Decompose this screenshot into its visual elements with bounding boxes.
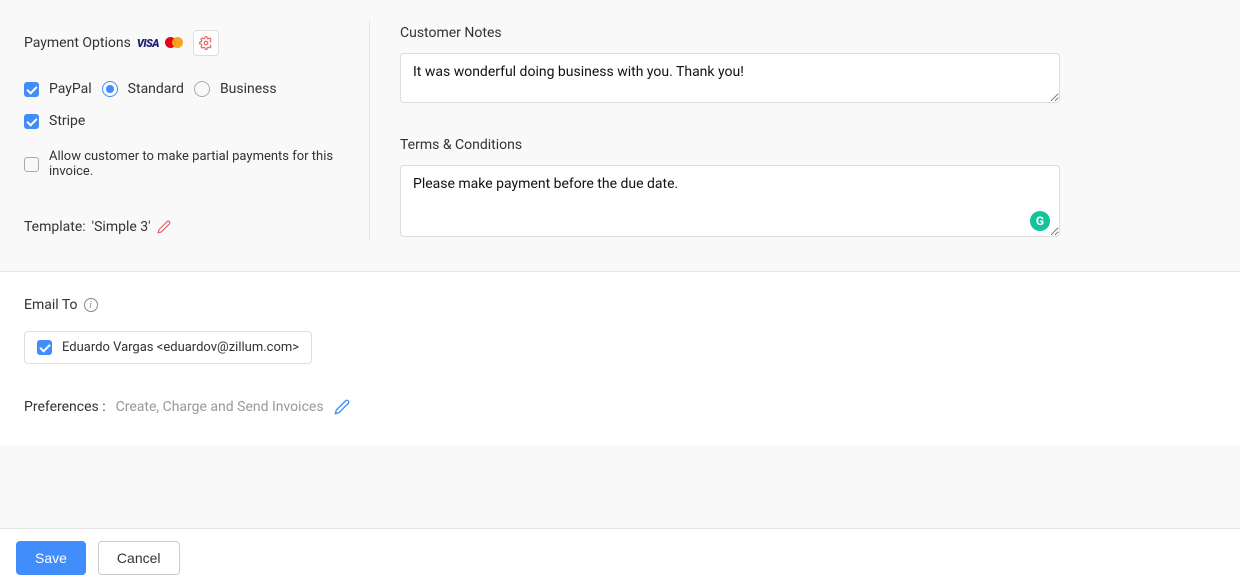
save-button[interactable]: Save — [16, 541, 86, 575]
preferences-label: Preferences : — [24, 399, 106, 415]
customer-notes-label: Customer Notes — [400, 25, 1060, 41]
email-recipient-chip[interactable]: Eduardo Vargas <eduardov@zillum.com> — [24, 331, 312, 364]
email-recipient-text: Eduardo Vargas <eduardov@zillum.com> — [62, 340, 299, 355]
partial-payments-checkbox[interactable] — [24, 157, 39, 172]
edit-preferences-button[interactable] — [334, 399, 350, 415]
email-recipient-checkbox[interactable] — [37, 340, 52, 355]
paypal-checkbox[interactable] — [24, 82, 39, 97]
paypal-standard-radio[interactable] — [102, 81, 118, 97]
info-icon[interactable]: i — [84, 298, 98, 312]
gear-icon — [199, 36, 213, 50]
edit-template-button[interactable] — [157, 220, 171, 234]
grammarly-icon[interactable]: G — [1030, 211, 1050, 231]
partial-payments-label: Allow customer to make partial payments … — [49, 149, 349, 179]
pencil-icon — [334, 399, 350, 415]
template-label: Template: — [24, 219, 86, 235]
customer-notes-textarea[interactable] — [400, 53, 1060, 103]
terms-label: Terms & Conditions — [400, 137, 1060, 153]
mastercard-icon — [165, 37, 183, 49]
paypal-label: PayPal — [49, 81, 92, 97]
paypal-business-radio[interactable] — [194, 81, 210, 97]
template-value: 'Simple 3' — [92, 219, 151, 235]
stripe-label: Stripe — [49, 113, 85, 129]
terms-textarea[interactable] — [400, 165, 1060, 237]
payment-options-header: Payment Options VISA — [24, 30, 349, 56]
email-to-label: Email To — [24, 297, 78, 313]
footer-bar: Save Cancel — [0, 528, 1240, 587]
template-row: Template: 'Simple 3' — [24, 219, 349, 235]
cancel-button[interactable]: Cancel — [98, 541, 180, 575]
preferences-value: Create, Charge and Send Invoices — [116, 399, 324, 415]
visa-icon: VISA — [137, 37, 159, 50]
paypal-standard-label: Standard — [128, 81, 184, 97]
payment-settings-button[interactable] — [193, 30, 219, 56]
paypal-business-label: Business — [220, 81, 277, 97]
stripe-checkbox[interactable] — [24, 114, 39, 129]
payment-options-label: Payment Options — [24, 35, 131, 51]
pencil-icon — [157, 220, 171, 234]
